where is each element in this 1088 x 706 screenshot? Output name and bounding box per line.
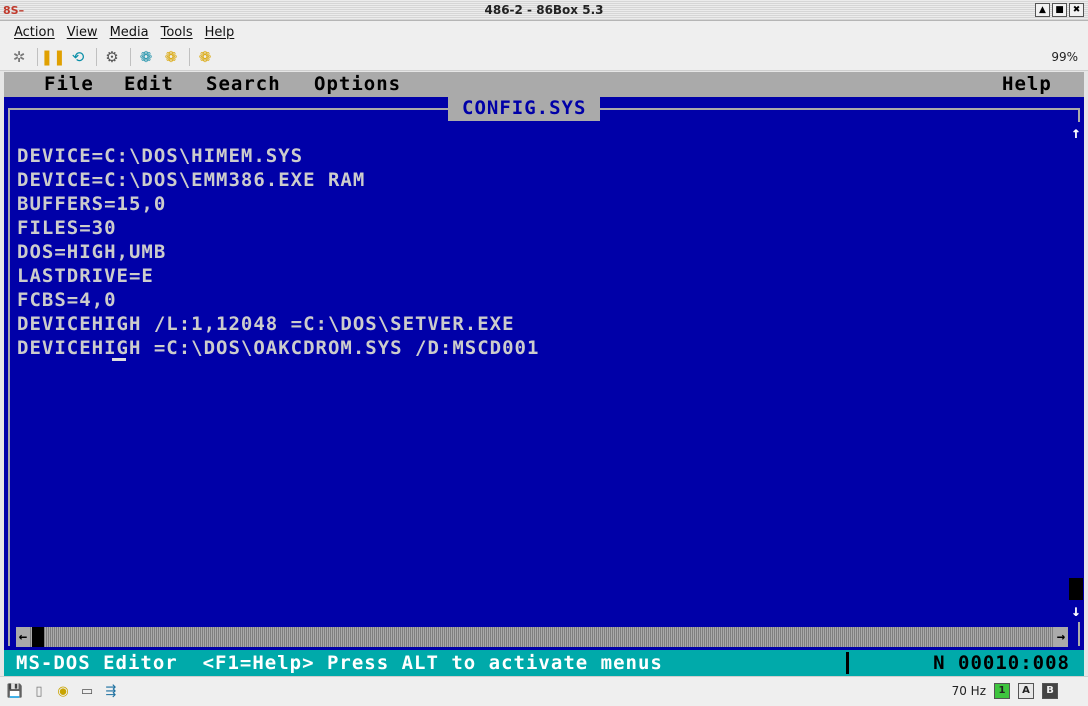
scroll-left-arrow-icon[interactable]: ← (16, 627, 30, 647)
text-line[interactable]: DEVICE=C:\DOS\HIMEM.SYS (17, 144, 539, 168)
toolbar-separator (96, 47, 97, 66)
vertical-scrollbar[interactable]: ↑ ↓ (1069, 122, 1083, 622)
text-line[interactable]: FCBS=4,0 (17, 288, 539, 312)
ctrl-alt-del-icon[interactable]: ✲ (8, 46, 30, 68)
status-message: MS-DOS Editor <F1=Help> Press ALT to act… (16, 652, 663, 674)
edit-menu-file[interactable]: File (44, 72, 94, 97)
horizontal-scroll-thumb[interactable] (32, 627, 44, 647)
file-title: CONFIG.SYS (448, 95, 601, 121)
editor-status-line: MS-DOS Editor <F1=Help> Press ALT to act… (4, 650, 1084, 676)
close-button[interactable]: ✖ (1069, 3, 1084, 17)
scroll-lock-indicator: B (1042, 683, 1058, 699)
text-line[interactable]: DEVICEHIGH /L:1,12048 =C:\DOS\SETVER.EXE (17, 312, 539, 336)
hard-reset-icon[interactable]: ⟲ (67, 46, 89, 68)
edit-menu-edit[interactable]: Edit (124, 72, 174, 97)
status-indicators: 70 Hz 1 A B (952, 683, 1058, 699)
text-line[interactable]: DOS=HIGH,UMB (17, 240, 539, 264)
scroll-down-arrow-icon[interactable]: ↓ (1069, 600, 1083, 622)
refresh-rate: 70 Hz (951, 684, 986, 698)
caps-lock-indicator: A (1018, 683, 1034, 699)
edit-menu-help[interactable]: Help (1002, 72, 1052, 97)
host-statusbar: 💾 ▯ ◉ ▭ ⇶ 70 Hz 1 A B (0, 676, 1088, 706)
settings-icon[interactable]: ⚙ (101, 46, 123, 68)
text-line[interactable]: FILES=30 (17, 216, 539, 240)
network-icon[interactable]: ⇶ (102, 683, 120, 701)
window-controls: ▲ ■ ✖ (1035, 3, 1084, 17)
minimize-button[interactable]: ▲ (1035, 3, 1050, 17)
cd-drive-2-icon[interactable]: ❁ (160, 46, 182, 68)
vertical-scroll-thumb[interactable] (1069, 578, 1083, 600)
floppy-drive-2-icon[interactable]: ▯ (30, 683, 48, 701)
menu-help[interactable]: Help (199, 25, 241, 40)
pause-icon[interactable]: ❚❚ (40, 46, 65, 68)
text-line[interactable]: BUFFERS=15,0 (17, 192, 539, 216)
editor-frame-left (8, 109, 10, 646)
toolbar-separator (130, 47, 131, 66)
edit-menubar: File Edit Search Options Help (4, 72, 1084, 97)
edit-menu-options[interactable]: Options (314, 72, 401, 97)
window-title: 486-2 - 86Box 5.3 (484, 3, 604, 17)
status-divider (846, 652, 849, 674)
cd-rom-icon[interactable]: ◉ (54, 683, 72, 701)
host-toolbar: ✲ ❚❚ ⟲ ⚙ ❁ ❁ ❁ 99% (0, 43, 1088, 71)
num-lock-indicator: 1 (994, 683, 1010, 699)
menu-tools[interactable]: Tools (155, 25, 199, 40)
menu-media[interactable]: Media (104, 25, 155, 40)
scroll-right-arrow-icon[interactable]: → (1054, 627, 1068, 647)
cd-drive-3-icon[interactable]: ❁ (194, 46, 216, 68)
floppy-drive-icon[interactable]: 💾 (6, 683, 24, 701)
text-line[interactable]: DEVICEHIGH =C:\DOS\OAKCDROM.SYS /D:MSCD0… (17, 336, 539, 360)
edit-menu-search[interactable]: Search (206, 72, 281, 97)
menu-action[interactable]: Action (8, 25, 61, 40)
text-cursor (112, 358, 126, 361)
toolbar-separator (189, 47, 190, 66)
window-titlebar[interactable]: 8S–⊠ 486-2 - 86Box 5.3 ▲ ■ ✖ (0, 0, 1088, 32)
hard-disk-icon[interactable]: ▭ (78, 683, 96, 701)
host-menubar: Action View Media Tools Help (0, 21, 1088, 43)
cd-drive-icon[interactable]: ❁ (135, 46, 157, 68)
editor-text-area[interactable]: DEVICE=C:\DOS\HIMEM.SYS DEVICE=C:\DOS\EMM… (17, 120, 539, 360)
emulator-screen[interactable]: File Edit Search Options Help CONFIG.SYS… (4, 72, 1084, 676)
horizontal-scrollbar[interactable]: ← → (16, 627, 1068, 647)
zoom-level: 99% (1051, 50, 1078, 64)
toolbar-separator (37, 47, 38, 66)
scroll-up-arrow-icon[interactable]: ↑ (1069, 122, 1083, 144)
text-line[interactable]: DEVICE=C:\DOS\EMM386.EXE RAM (17, 168, 539, 192)
maximize-button[interactable]: ■ (1052, 3, 1067, 17)
cursor-position: N 00010:008 (933, 652, 1070, 674)
menu-view[interactable]: View (61, 25, 104, 40)
text-line[interactable]: LASTDRIVE=E (17, 264, 539, 288)
